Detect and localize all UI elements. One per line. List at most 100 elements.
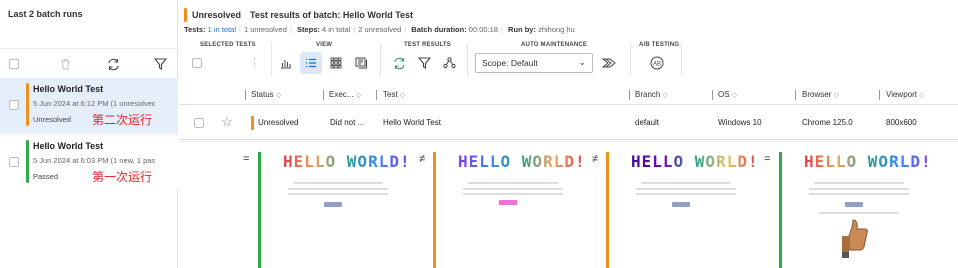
column-header-os[interactable]: OS ◇ bbox=[718, 90, 737, 99]
select-tests-checkbox[interactable] bbox=[192, 58, 202, 68]
column-header-browser[interactable]: Browser ◇ bbox=[802, 90, 839, 99]
filter-results-icon[interactable] bbox=[413, 52, 435, 74]
column-header-branch[interactable]: Branch ◇ bbox=[635, 90, 668, 99]
table-header bbox=[179, 84, 958, 105]
run-name: Hello World Test bbox=[33, 84, 104, 94]
run-checkbox[interactable] bbox=[9, 100, 19, 110]
row-viewport: 800x600 bbox=[886, 118, 917, 127]
column-divider bbox=[376, 90, 377, 100]
toolbar-divider bbox=[681, 42, 682, 76]
steps-total: 4 in total bbox=[321, 25, 351, 34]
column-divider bbox=[323, 90, 324, 100]
run-annotation: 第二次运行 bbox=[92, 113, 153, 127]
grid-view-icon[interactable] bbox=[325, 52, 347, 74]
step-match-indicator: = bbox=[243, 153, 250, 165]
ab-testing-label: A/B TESTING bbox=[639, 42, 680, 48]
row-exec: Did not ... bbox=[330, 118, 365, 127]
body-text bbox=[288, 188, 388, 190]
steps-label: Steps: bbox=[296, 25, 320, 34]
compare-view-icon[interactable] bbox=[350, 52, 372, 74]
column-header-viewport[interactable]: Viewport ◇ bbox=[886, 90, 925, 99]
run-checkbox[interactable] bbox=[9, 157, 19, 167]
run-status: Passed bbox=[33, 172, 59, 181]
scope-value: Scope: Default bbox=[482, 58, 538, 68]
toolbar-divider bbox=[467, 42, 468, 76]
diff-highlight bbox=[499, 200, 517, 205]
tests-unresolved: 1 unresolved bbox=[243, 25, 287, 34]
toolbar-divider bbox=[380, 42, 381, 76]
batch-run-item[interactable]: Hello World Test 5 Jun 2024 at 6:03 PM (… bbox=[0, 134, 178, 189]
run-name: Hello World Test bbox=[33, 141, 104, 151]
tests-label: Tests: bbox=[184, 25, 206, 34]
success-text bbox=[819, 212, 899, 214]
row-os: Windows 10 bbox=[718, 118, 762, 127]
thumbs-up-icon bbox=[839, 218, 871, 260]
row-status: Unresolved bbox=[258, 118, 299, 127]
column-divider bbox=[712, 90, 713, 100]
step-thumbnail[interactable]: HELLO WORLD! bbox=[779, 152, 939, 268]
batch-status: Unresolved bbox=[192, 10, 242, 20]
column-header-status[interactable]: Status ◇ bbox=[251, 90, 281, 99]
batch-runs-sidebar: Last 2 batch runs Hello World Test 5 Jun… bbox=[0, 0, 178, 268]
click-me-button bbox=[324, 202, 342, 207]
more-icon[interactable]: ⋮ bbox=[249, 56, 260, 69]
step-thumbnail[interactable]: HELLO WORLD! bbox=[433, 152, 593, 268]
row-browser: Chrome 125.0 bbox=[802, 118, 853, 127]
body-text bbox=[636, 188, 736, 190]
hello-world-heading: HELLO WORLD! bbox=[283, 152, 411, 171]
welcome-text bbox=[641, 182, 731, 184]
welcome-text bbox=[293, 182, 383, 184]
batch-duration: 00:00:18 bbox=[468, 25, 498, 34]
batch-run-item[interactable]: Hello World Test 5 Jun 2024 at 6:12 PM (… bbox=[0, 78, 178, 133]
auto-maintenance-icon[interactable] bbox=[598, 52, 620, 74]
click-me-button bbox=[845, 202, 863, 207]
steps-unresolved: 2 unresolved bbox=[358, 25, 402, 34]
step-match-indicator: = bbox=[764, 153, 771, 165]
hello-world-heading: HELLO WORLD! bbox=[458, 152, 586, 171]
body-text bbox=[463, 188, 563, 190]
step-mismatch-indicator: ≠ bbox=[419, 153, 426, 165]
column-header-test[interactable]: Test ◇ bbox=[383, 90, 405, 99]
ab-testing-icon[interactable]: AB bbox=[646, 52, 668, 74]
test-results-label: TEST RESULTS bbox=[404, 42, 451, 48]
row-checkbox[interactable] bbox=[194, 118, 204, 128]
batch-title: Test results of batch: Hello World Test bbox=[250, 10, 414, 20]
batch-status-bar bbox=[184, 8, 187, 22]
star-icon[interactable]: ☆ bbox=[221, 114, 233, 130]
body-text bbox=[809, 193, 909, 195]
scope-select[interactable]: Scope: Default ⌄ bbox=[475, 53, 593, 73]
hello-world-heading: HELLO WORLD! bbox=[631, 152, 759, 171]
run-meta: 5 Jun 2024 at 6:12 PM (1 unresolved bbox=[33, 99, 155, 108]
toolbar-divider bbox=[271, 42, 272, 76]
row-test: Hello World Test bbox=[383, 118, 441, 127]
toolbar-divider bbox=[630, 42, 631, 76]
column-divider bbox=[795, 90, 796, 100]
body-text bbox=[463, 193, 563, 195]
group-icon[interactable] bbox=[438, 52, 460, 74]
run-meta: 5 Jun 2024 at 6:03 PM (1 new, 1 pass bbox=[33, 156, 155, 165]
click-me-button bbox=[672, 202, 690, 207]
column-divider bbox=[879, 90, 880, 100]
body-text bbox=[288, 193, 388, 195]
row-branch: default bbox=[635, 118, 660, 127]
filter-icon[interactable] bbox=[149, 53, 171, 75]
welcome-text bbox=[814, 182, 904, 184]
sync-icon[interactable] bbox=[388, 52, 410, 74]
step-status-bar bbox=[779, 152, 782, 268]
step-mismatch-indicator: ≠ bbox=[592, 153, 599, 165]
select-all-runs-checkbox[interactable] bbox=[9, 59, 19, 69]
delete-icon[interactable] bbox=[54, 53, 76, 75]
batch-summary: Tests: 1 in total | 1 unresolved | Steps: 4… bbox=[184, 25, 575, 34]
list-view-icon[interactable] bbox=[300, 52, 322, 74]
refresh-icon[interactable] bbox=[102, 53, 124, 75]
tests-total: 1 in total bbox=[207, 25, 236, 34]
body-text bbox=[636, 193, 736, 195]
step-thumbnail[interactable]: HELLO WORLD! bbox=[606, 152, 766, 268]
sidebar-toolbar bbox=[0, 48, 178, 78]
bar-chart-icon[interactable] bbox=[275, 52, 297, 74]
step-status-bar bbox=[606, 152, 609, 268]
svg-text:AB: AB bbox=[653, 62, 661, 68]
column-header-exec[interactable]: Exec... ◇ bbox=[329, 90, 361, 99]
column-divider bbox=[629, 90, 630, 100]
step-thumbnail[interactable]: HELLO WORLD! bbox=[258, 152, 418, 268]
